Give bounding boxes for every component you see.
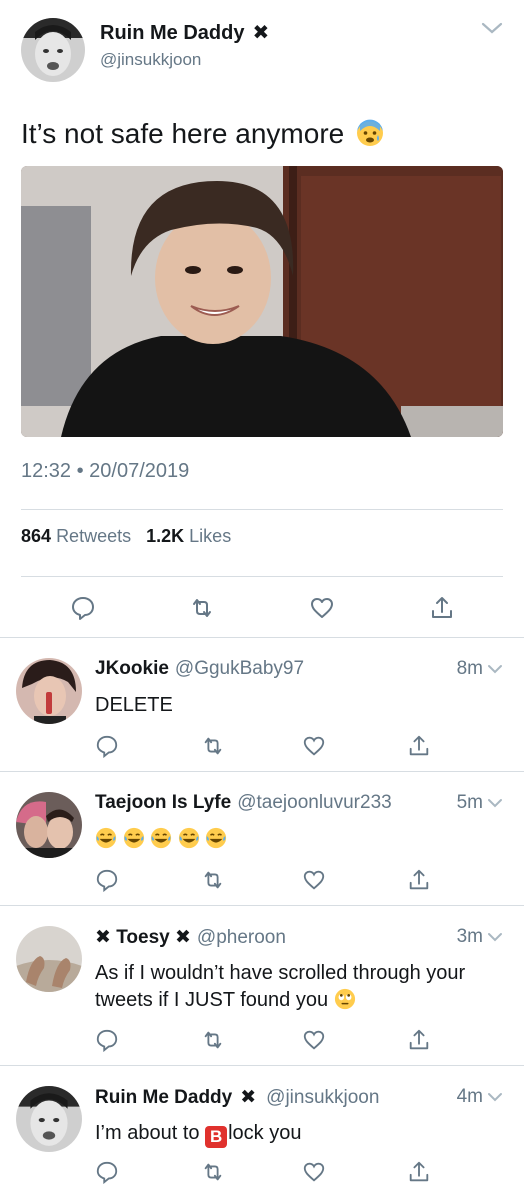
heart-icon[interactable] bbox=[302, 1160, 326, 1184]
reply-actions bbox=[95, 868, 435, 892]
reply-icon[interactable] bbox=[95, 1160, 119, 1184]
reply-header: JKookie @GgukBaby97 bbox=[95, 658, 304, 680]
divider bbox=[21, 576, 503, 577]
share-icon[interactable] bbox=[407, 1160, 431, 1184]
likes-count[interactable]: 1.2K bbox=[146, 526, 184, 546]
reply-handle[interactable]: @jinsukkjoon bbox=[266, 1087, 379, 1108]
heart-icon[interactable] bbox=[302, 868, 326, 892]
reply-actions bbox=[95, 1028, 435, 1052]
reply-header: Taejoon Is Lyfe @taejoonluvur233 bbox=[95, 792, 392, 814]
reply-tweet[interactable]: ✖ Toesy ✖ @pheroon 3m As if I wouldn’t ha… bbox=[0, 908, 524, 1068]
retweets-label[interactable]: Retweets bbox=[56, 526, 131, 546]
reply-display-name[interactable]: JKookie bbox=[95, 658, 169, 679]
reply-actions bbox=[95, 1160, 435, 1184]
reply-actions bbox=[95, 734, 435, 758]
display-name-text: Ruin Me Daddy bbox=[100, 22, 245, 44]
anxious-face-emoji bbox=[357, 119, 383, 146]
reply-time-text: 8m bbox=[456, 658, 483, 679]
reply-tweet[interactable]: Taejoon Is Lyfe @taejoonluvur233 5m bbox=[0, 774, 524, 904]
retweet-icon[interactable] bbox=[201, 1028, 225, 1052]
reply-icon[interactable] bbox=[70, 595, 96, 621]
reply-tweet[interactable]: JKookie @GgukBaby97 8m DELETE bbox=[0, 640, 524, 770]
reply-text-content: As if I wouldn’t have scrolled through y… bbox=[95, 962, 466, 1011]
reply-time: 3m bbox=[457, 926, 503, 948]
author-handle[interactable]: @jinsukkjoon bbox=[100, 50, 201, 70]
reply-avatar[interactable] bbox=[16, 926, 82, 992]
tweet-timestamp: 12:32 • 20/07/2019 bbox=[21, 460, 190, 482]
reply-time: 4m bbox=[457, 1086, 503, 1108]
reply-handle[interactable]: @pheroon bbox=[197, 927, 286, 948]
reply-tweet[interactable]: Ruin Me Daddy ✖ @jinsukkjoon 4m I’m about … bbox=[0, 1068, 524, 1200]
reply-avatar[interactable] bbox=[16, 1086, 82, 1152]
chevron-down-icon[interactable] bbox=[487, 663, 503, 675]
reply-display-name[interactable]: Taejoon Is Lyfe bbox=[95, 792, 231, 813]
share-icon[interactable] bbox=[407, 734, 431, 758]
reply-time-text: 3m bbox=[456, 926, 483, 947]
chevron-down-icon[interactable] bbox=[487, 931, 503, 943]
divider bbox=[0, 905, 524, 906]
share-icon[interactable] bbox=[407, 1028, 431, 1052]
tweet-stats: 864 Retweets 1.2K Likes bbox=[21, 526, 241, 547]
reply-icon[interactable] bbox=[95, 734, 119, 758]
author-display-name[interactable]: Ruin Me Daddy ✖ bbox=[100, 20, 269, 45]
reply-text: DELETE bbox=[95, 694, 173, 716]
reply-avatar[interactable] bbox=[16, 658, 82, 724]
share-icon[interactable] bbox=[429, 595, 455, 621]
heart-icon[interactable] bbox=[302, 734, 326, 758]
chevron-down-icon[interactable] bbox=[487, 797, 503, 809]
reply-text-before: I’m about to bbox=[95, 1122, 200, 1144]
laughing-crying-emoji bbox=[206, 827, 227, 849]
reply-icon[interactable] bbox=[95, 868, 119, 892]
reply-header: ✖ Toesy ✖ @pheroon bbox=[95, 926, 286, 949]
reply-text: As if I wouldn’t have scrolled through y… bbox=[95, 960, 495, 1014]
reply-handle[interactable]: @GgukBaby97 bbox=[175, 658, 304, 679]
retweet-icon[interactable] bbox=[189, 595, 215, 621]
divider bbox=[0, 771, 524, 772]
share-icon[interactable] bbox=[407, 868, 431, 892]
tweet-text-content: It’s not safe here anymore bbox=[21, 118, 345, 149]
reply-time-text: 4m bbox=[456, 1086, 483, 1107]
reply-header: Ruin Me Daddy ✖ @jinsukkjoon bbox=[95, 1086, 379, 1109]
laughing-crying-emoji bbox=[178, 827, 199, 849]
divider bbox=[0, 1065, 524, 1066]
reply-icon[interactable] bbox=[95, 1028, 119, 1052]
tweet-photo[interactable] bbox=[21, 166, 503, 437]
reply-time: 8m bbox=[457, 658, 503, 680]
reply-display-name[interactable]: ✖ Toesy ✖ bbox=[95, 927, 191, 948]
x-badge-icon: ✖ bbox=[240, 1087, 257, 1108]
retweet-icon[interactable] bbox=[201, 734, 225, 758]
main-tweet: Ruin Me Daddy ✖ @jinsukkjoon It’s not saf… bbox=[0, 0, 524, 637]
x-badge-icon: ✖ bbox=[252, 22, 270, 44]
reply-handle[interactable]: @taejoonluvur233 bbox=[237, 792, 392, 813]
laughing-crying-emoji bbox=[151, 827, 172, 849]
heart-icon[interactable] bbox=[309, 595, 335, 621]
author-avatar[interactable] bbox=[21, 18, 85, 82]
reply-time: 5m bbox=[457, 792, 503, 814]
divider bbox=[21, 509, 503, 510]
chevron-down-icon[interactable] bbox=[481, 20, 503, 36]
likes-label[interactable]: Likes bbox=[189, 526, 231, 546]
retweet-icon[interactable] bbox=[201, 1160, 225, 1184]
reply-time-text: 5m bbox=[456, 792, 483, 813]
reply-avatar[interactable] bbox=[16, 792, 82, 858]
laughing-crying-emoji bbox=[95, 827, 117, 849]
chevron-down-icon[interactable] bbox=[487, 1091, 503, 1103]
laughing-crying-emoji bbox=[123, 827, 144, 849]
eye-roll-emoji bbox=[334, 988, 355, 1010]
reply-display-name[interactable]: Ruin Me Daddy bbox=[95, 1087, 232, 1108]
b-button-emoji: B bbox=[205, 1126, 228, 1148]
reply-emoji-row bbox=[95, 826, 495, 853]
retweets-count[interactable]: 864 bbox=[21, 526, 51, 546]
divider bbox=[0, 637, 524, 638]
retweet-icon[interactable] bbox=[201, 868, 225, 892]
reply-text-after: lock you bbox=[228, 1122, 302, 1144]
heart-icon[interactable] bbox=[302, 1028, 326, 1052]
reply-text: I’m about to Block you bbox=[95, 1120, 495, 1148]
tweet-text: It’s not safe here anymore bbox=[21, 118, 384, 150]
